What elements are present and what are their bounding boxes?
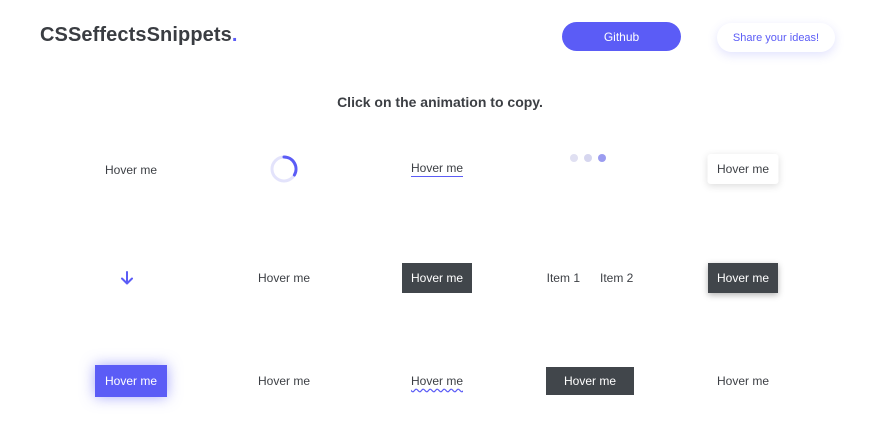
effect-label: Hover me <box>410 374 464 388</box>
share-ideas-button[interactable]: Share your ideas! <box>717 23 835 52</box>
site-logo[interactable]: CSSeffectsSnippets. <box>40 24 238 47</box>
effect-glow-button[interactable]: Hover me <box>95 365 167 397</box>
effect-dark-wide-button[interactable]: Hover me <box>546 367 634 395</box>
effect-shadow-button[interactable]: Hover me <box>707 154 779 184</box>
effect-hover-plain-r2[interactable]: Hover me <box>252 267 316 289</box>
loading-spinner-icon <box>270 155 298 183</box>
github-button[interactable]: Github <box>562 22 681 51</box>
effect-label: Hover me <box>563 374 616 388</box>
bouncing-dots-icon <box>570 154 606 162</box>
page-subtitle: Click on the animation to copy. <box>337 94 543 110</box>
effect-hover-plain-r1[interactable]: Hover me <box>99 159 163 181</box>
effect-label: Hover me <box>410 161 464 177</box>
effect-label: Hover me <box>104 374 157 388</box>
effect-label: Hover me <box>257 271 311 285</box>
nav-item-2[interactable]: Item 2 <box>600 271 633 285</box>
logo-text: CSSeffectsSnippets <box>40 24 232 46</box>
effect-hover-plain-r3-last[interactable]: Hover me <box>711 370 775 392</box>
effect-nav-items: Item 1 Item 2 <box>547 271 634 285</box>
effect-label: Hover me <box>410 271 463 285</box>
effect-label: Hover me <box>716 162 769 176</box>
effect-bouncing-dots[interactable] <box>568 152 612 164</box>
effect-label: Hover me <box>716 271 769 285</box>
logo-dot: . <box>231 24 238 46</box>
site-header: CSSeffectsSnippets. Github Share your id… <box>0 0 880 80</box>
effect-label: Hover me <box>104 163 158 177</box>
effect-label: Hover me <box>257 374 311 388</box>
arrow-down-icon <box>121 271 133 285</box>
effect-wavy-underline[interactable]: Hover me <box>411 374 463 388</box>
effect-hover-plain-r3[interactable]: Hover me <box>252 370 316 392</box>
nav-item-1[interactable]: Item 1 <box>547 271 580 285</box>
effect-dark-button[interactable]: Hover me <box>402 263 472 293</box>
effect-dark-shadow-button[interactable]: Hover me <box>708 263 778 293</box>
effect-spinner[interactable] <box>269 154 299 184</box>
effect-hover-underline[interactable]: Hover me <box>410 161 464 177</box>
effect-label: Hover me <box>716 374 770 388</box>
effect-arrow-bounce[interactable] <box>119 270 135 286</box>
